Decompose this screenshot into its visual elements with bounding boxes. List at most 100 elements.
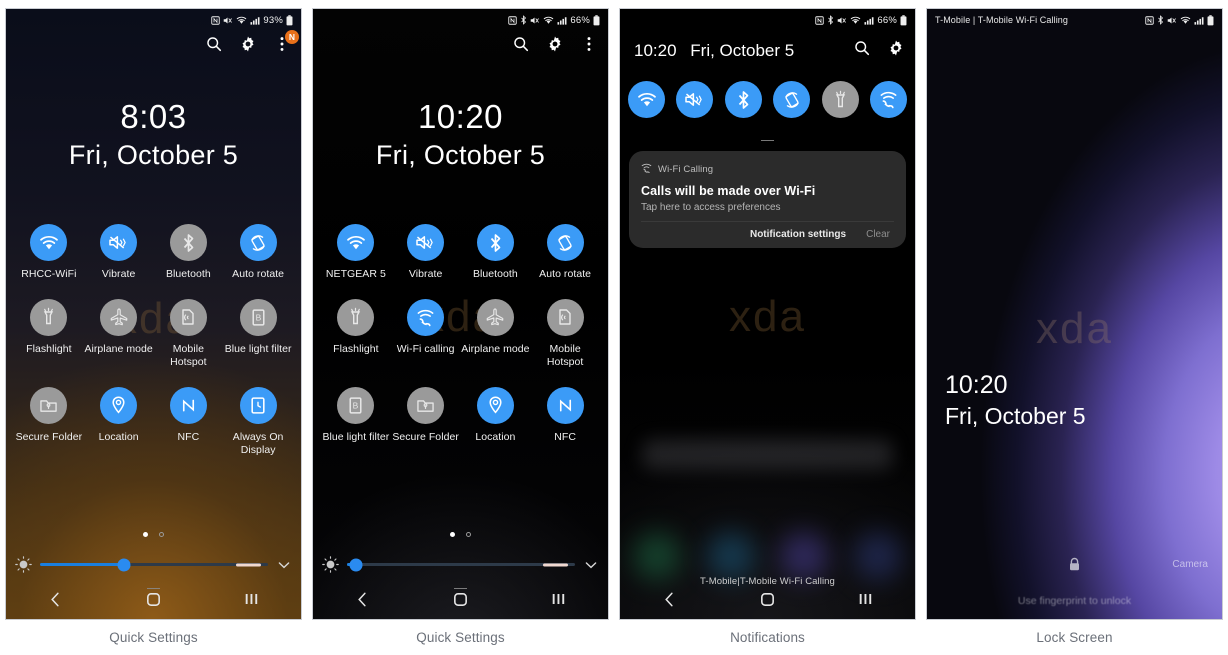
secure-folder-icon bbox=[407, 386, 445, 424]
recents-button[interactable] bbox=[232, 585, 272, 613]
search-icon[interactable] bbox=[205, 35, 223, 53]
tile-location[interactable]: Location bbox=[84, 386, 154, 458]
tile-always-on-display[interactable]: Always On Display bbox=[223, 386, 293, 458]
hotspot-icon bbox=[169, 298, 207, 336]
home-button[interactable] bbox=[133, 585, 173, 613]
nfc-icon bbox=[508, 15, 518, 25]
wifi-calling-icon[interactable] bbox=[869, 81, 907, 118]
clock-time: 10:20 bbox=[634, 41, 677, 60]
brightness-knob bbox=[117, 558, 131, 571]
vibrate-icon[interactable] bbox=[676, 81, 714, 118]
status-bar: T-Mobile | T-Mobile Wi-Fi Calling bbox=[927, 9, 1222, 31]
tile-secure-folder[interactable]: Secure Folder bbox=[14, 386, 84, 458]
status-bar-icons: 93% bbox=[211, 15, 293, 26]
tile-nfc[interactable]: NFC bbox=[530, 386, 600, 445]
bluetooth-icon bbox=[520, 15, 527, 25]
gear-icon[interactable] bbox=[546, 35, 564, 53]
notification-title: Calls will be made over Wi-Fi bbox=[641, 184, 816, 198]
quick-settings-actions: N bbox=[205, 30, 299, 53]
brightness-track[interactable] bbox=[347, 558, 575, 571]
bluetooth-icon bbox=[476, 224, 514, 261]
tile-bluetooth[interactable]: Bluetooth bbox=[461, 224, 531, 282]
bluetooth-icon[interactable] bbox=[724, 81, 762, 118]
back-button[interactable] bbox=[649, 585, 689, 613]
tile-wifi-calling[interactable]: Wi-Fi calling bbox=[391, 298, 461, 370]
panel-drag-handle[interactable]: — bbox=[620, 133, 915, 146]
quick-toggle-row bbox=[628, 81, 907, 125]
brightness-slider-row[interactable] bbox=[6, 556, 301, 573]
quick-settings-grid: NETGEAR 5 Vibrate Bluetooth Auto rotate … bbox=[313, 224, 608, 444]
overflow-menu-icon[interactable] bbox=[580, 35, 598, 53]
tile-auto-rotate[interactable]: Auto rotate bbox=[223, 224, 293, 282]
back-button[interactable] bbox=[35, 585, 75, 613]
wifi-icon bbox=[30, 224, 68, 261]
phone-screen-3: 66% 10:20 Fri, October 5 — Wi-Fi Calling… bbox=[619, 8, 916, 620]
tile-label: Vibrate bbox=[101, 268, 136, 280]
clock-block: 8:03 Fri, October 5 bbox=[6, 97, 301, 173]
gear-icon[interactable] bbox=[887, 39, 905, 57]
tile-mobile-hotspot[interactable]: Mobile Hotspot bbox=[530, 298, 600, 370]
tile-netgear-5[interactable]: NETGEAR 5 bbox=[321, 224, 391, 282]
clock-date: Fri, October 5 bbox=[690, 41, 795, 60]
tile-auto-rotate[interactable]: Auto rotate bbox=[530, 224, 600, 282]
tile-location[interactable]: Location bbox=[461, 386, 531, 445]
tile-mobile-hotspot[interactable]: Mobile Hotspot bbox=[154, 298, 224, 370]
flashlight-icon bbox=[30, 298, 68, 336]
camera-shortcut[interactable]: Camera bbox=[1172, 559, 1208, 570]
chevron-down-icon[interactable] bbox=[276, 557, 292, 573]
notification-subtitle: Tap here to access preferences bbox=[641, 202, 781, 213]
svg-text:B: B bbox=[353, 400, 359, 410]
home-button[interactable] bbox=[440, 585, 480, 613]
tile-flashlight[interactable]: Flashlight bbox=[14, 298, 84, 370]
tile-airplane-mode[interactable]: Airplane mode bbox=[461, 298, 531, 370]
tile-label: Location bbox=[475, 430, 516, 443]
tile-vibrate[interactable]: Vibrate bbox=[84, 224, 154, 282]
home-button[interactable] bbox=[747, 585, 787, 613]
brightness-fill bbox=[40, 563, 125, 566]
tile-rhcc-wifi[interactable]: RHCC-WiFi bbox=[14, 224, 84, 282]
tile-nfc[interactable]: NFC bbox=[154, 386, 224, 458]
tile-label: Secure Folder bbox=[15, 430, 83, 443]
page-indicator[interactable] bbox=[6, 532, 301, 537]
mute-icon bbox=[837, 16, 847, 25]
quick-settings-actions bbox=[512, 35, 598, 53]
notification-settings-button[interactable]: Notification settings bbox=[750, 229, 846, 240]
signal-icon bbox=[1194, 16, 1204, 25]
phone-screen-1: 93% N 8:03 Fri, October 5 xda RHCC-WiFi … bbox=[5, 8, 302, 620]
auto-rotate-icon[interactable] bbox=[773, 81, 811, 118]
tile-blue-light-filter[interactable]: B Blue light filter bbox=[223, 298, 293, 370]
signal-icon bbox=[557, 16, 567, 25]
bluetooth-icon bbox=[169, 224, 207, 261]
auto-rotate-icon bbox=[546, 224, 584, 261]
brightness-slider-row[interactable] bbox=[313, 556, 608, 573]
tile-blue-light-filter[interactable]: B Blue light filter bbox=[321, 386, 391, 445]
overflow-menu-icon[interactable]: N bbox=[273, 30, 299, 53]
tile-label: Bluetooth bbox=[165, 268, 211, 280]
flashlight-icon[interactable] bbox=[821, 81, 859, 118]
recents-button[interactable] bbox=[539, 585, 579, 613]
tile-bluetooth[interactable]: Bluetooth bbox=[154, 224, 224, 282]
tile-label: Vibrate bbox=[408, 268, 443, 280]
brightness-icon bbox=[322, 556, 339, 573]
search-icon[interactable] bbox=[853, 39, 871, 57]
recents-button[interactable] bbox=[846, 585, 886, 613]
wifi-icon[interactable] bbox=[628, 81, 665, 118]
phone-screen-4: T-Mobile | T-Mobile Wi-Fi Calling xda 10… bbox=[926, 8, 1223, 620]
tile-flashlight[interactable]: Flashlight bbox=[321, 298, 391, 370]
back-button[interactable] bbox=[342, 585, 382, 613]
page-indicator[interactable] bbox=[313, 532, 608, 537]
airplane-icon bbox=[476, 298, 514, 336]
notification-card[interactable]: Wi-Fi Calling Calls will be made over Wi… bbox=[629, 151, 906, 248]
tile-airplane-mode[interactable]: Airplane mode bbox=[84, 298, 154, 370]
gear-icon[interactable] bbox=[239, 35, 257, 53]
search-icon[interactable] bbox=[512, 35, 530, 53]
notification-app-name: Wi-Fi Calling bbox=[658, 163, 714, 175]
page-dot-active bbox=[450, 532, 455, 537]
chevron-down-icon[interactable] bbox=[583, 557, 599, 573]
brightness-track[interactable] bbox=[40, 558, 268, 571]
panel-quick-settings-2: 66% 10:20 Fri, October 5 xda NETGEAR 5 V… bbox=[307, 0, 614, 655]
battery-percent: 66% bbox=[570, 14, 590, 26]
tile-vibrate[interactable]: Vibrate bbox=[391, 224, 461, 282]
clear-button[interactable]: Clear bbox=[866, 229, 890, 240]
tile-secure-folder[interactable]: Secure Folder bbox=[391, 386, 461, 445]
